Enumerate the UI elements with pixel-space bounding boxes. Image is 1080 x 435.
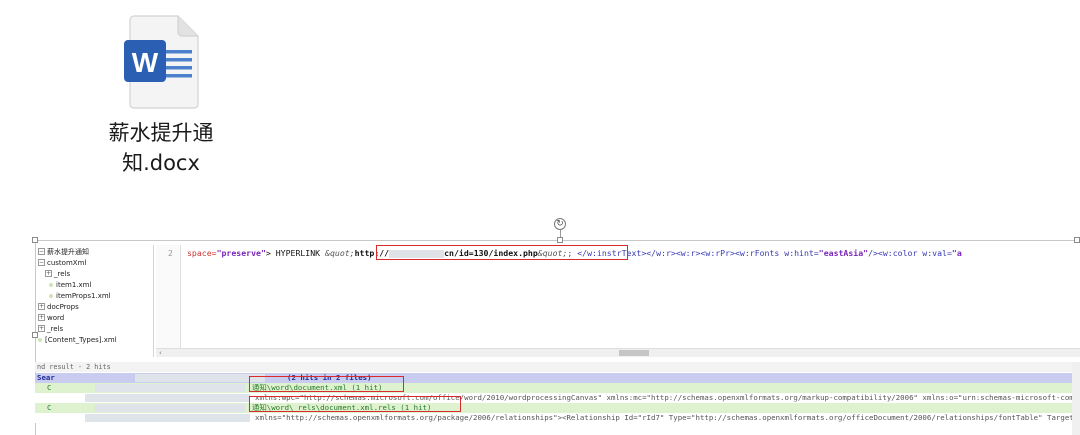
- result-file-row-1[interactable]: C 通知\word\document.xml (1 hit): [35, 383, 1080, 393]
- tree-item-label: 薪水提升通知: [47, 247, 89, 256]
- tree-item-label: word: [47, 313, 65, 322]
- line-gutter: 2: [156, 245, 181, 357]
- tree-item-root[interactable]: − 薪水提升通知: [38, 246, 89, 257]
- file-dot-icon: [49, 293, 53, 298]
- line-number: 2: [168, 249, 173, 258]
- redacted-search-term: [135, 374, 265, 382]
- rotate-handle-icon[interactable]: ↻: [554, 218, 566, 230]
- redacted-path: [95, 404, 245, 412]
- tree-item-label: item1.xml: [56, 280, 92, 289]
- vertical-scrollbar[interactable]: [1072, 362, 1080, 435]
- file-tree-panel: − 薪水提升通知 − customXml + _rels item1.xml i…: [35, 245, 154, 357]
- xml-attr: space=: [187, 248, 217, 258]
- scrollbar-thumb[interactable]: [619, 350, 649, 356]
- file-dot-icon: [38, 337, 42, 342]
- collapse-icon[interactable]: −: [38, 248, 45, 255]
- highlight-box-file1: [249, 376, 404, 392]
- file-name-line2: 知.docx: [122, 151, 200, 175]
- tree-item-label: docProps: [47, 302, 79, 311]
- quot-entity: &quot;: [325, 248, 355, 258]
- highlight-box-file2: [249, 396, 461, 412]
- expand-icon[interactable]: +: [45, 270, 52, 277]
- tree-item-itemprops1[interactable]: itemProps1.xml: [49, 290, 111, 301]
- xml-value: "eastAsia": [818, 248, 869, 258]
- tree-item-label: customXml: [47, 258, 87, 267]
- tree-item-customxml[interactable]: − customXml: [38, 257, 86, 268]
- tree-item-docprops[interactable]: + docProps: [38, 301, 79, 312]
- file-row-marker: C: [47, 403, 52, 412]
- xml-editor[interactable]: 2 space="preserve"> HYPERLINK &quot;http…: [156, 245, 1080, 357]
- search-summary-row[interactable]: Sear (2 hits in 2 files): [35, 373, 1080, 383]
- tree-item-rels[interactable]: + _rels: [38, 323, 63, 334]
- word-icon-letter: W: [132, 47, 159, 78]
- xml-value: "a: [951, 248, 962, 258]
- scroll-left-icon[interactable]: ‹: [159, 349, 162, 357]
- expand-icon[interactable]: +: [38, 314, 45, 321]
- result-hit-row-2[interactable]: xmlns="http://schemas.openxmlformats.org…: [35, 413, 1080, 423]
- collapse-icon[interactable]: −: [38, 259, 45, 266]
- expand-icon[interactable]: +: [38, 325, 45, 332]
- result-hit-row-1[interactable]: xmlns:wpc="http://schemas.microsoft.com/…: [35, 393, 1080, 403]
- tree-item-word[interactable]: + word: [38, 312, 64, 323]
- hyperlink-text: > HYPERLINK: [265, 248, 326, 258]
- file-name-label[interactable]: 薪水提升通 知.docx: [96, 118, 226, 178]
- redacted-path: [95, 384, 245, 392]
- tree-item-content-types[interactable]: [Content_Types].xml: [38, 334, 117, 345]
- redacted-hit-prefix: [85, 414, 250, 422]
- expand-icon[interactable]: +: [38, 303, 45, 310]
- file-dot-icon: [49, 282, 53, 287]
- file-name-line1: 薪水提升通: [108, 121, 214, 145]
- result-hit-text: xmlns="http://schemas.openxmlformats.org…: [255, 413, 1080, 422]
- embedded-xml-editor-screenshot: − 薪水提升通知 − customXml + _rels item1.xml i…: [35, 240, 1080, 435]
- redacted-hit-prefix: [85, 394, 250, 402]
- tree-item-label: _rels: [54, 269, 71, 278]
- horizontal-scrollbar[interactable]: ‹: [156, 348, 1080, 357]
- tree-item-item1[interactable]: item1.xml: [49, 279, 91, 290]
- tree-item-customxml-rels[interactable]: + _rels: [45, 268, 70, 279]
- tree-item-label: itemProps1.xml: [56, 291, 111, 300]
- find-result-title: nd result - 2 hits: [35, 362, 1080, 372]
- tree-item-label: _rels: [47, 324, 64, 333]
- result-file-row-2[interactable]: C 通知\word\_rels\document.xml.rels (1 hit…: [35, 403, 1080, 413]
- tree-item-label: [Content_Types].xml: [45, 335, 117, 344]
- xml-value: "preserve": [216, 248, 266, 258]
- word-document-icon[interactable]: W: [122, 14, 202, 110]
- search-prefix: Sear: [37, 373, 55, 382]
- file-row-marker: C: [47, 383, 52, 392]
- highlight-box-url: [376, 245, 628, 260]
- xml-tags: /><w:color w:val=: [868, 248, 952, 258]
